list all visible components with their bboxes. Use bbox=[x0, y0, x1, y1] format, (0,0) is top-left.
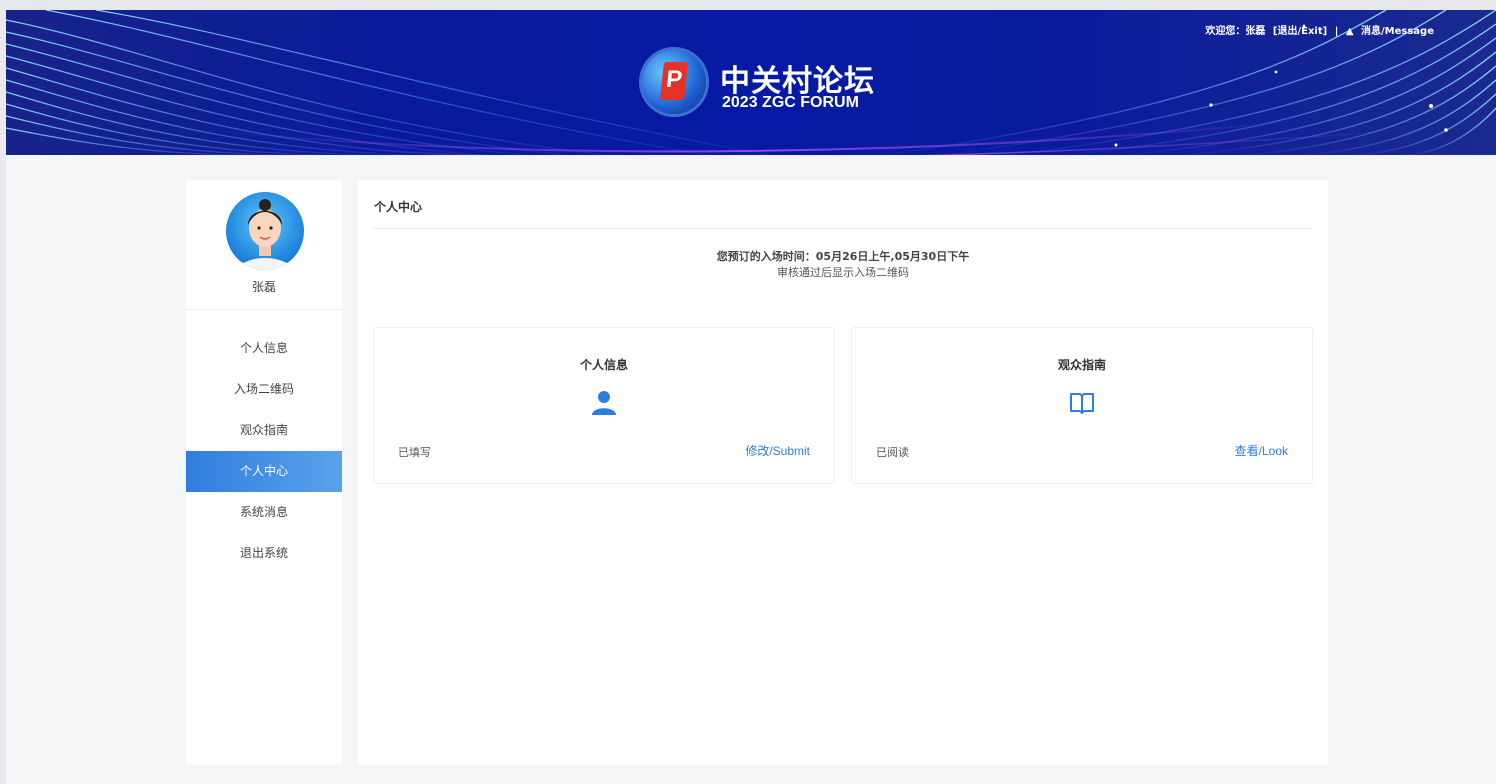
submit-link[interactable]: 修改/Submit bbox=[745, 442, 810, 459]
top-user-bar: 欢迎您：张磊 [退出/Exit] | ▲ 消息/Message bbox=[1201, 22, 1434, 37]
sidebar-divider bbox=[186, 309, 342, 310]
sidebar-item-personal-center[interactable]: 个人中心 bbox=[186, 451, 342, 492]
card-title: 观众指南 bbox=[1057, 358, 1106, 372]
reservation-time-notice: 您预订的入场时间：05月26日上午,05月30日下午 bbox=[716, 250, 970, 263]
bell-icon: ▲ bbox=[1345, 26, 1354, 37]
qr-review-notice: 审核通过后显示入场二维码 bbox=[777, 266, 909, 279]
header-banner: 中关村论坛 2023 ZGC FORUM 欢迎您：张磊 [退出/Exit] | … bbox=[6, 10, 1496, 155]
page-title: 个人中心 bbox=[374, 200, 423, 214]
main-panel: 个人中心 您预订的入场时间：05月26日上午,05月30日下午 审核通过后显示入… bbox=[358, 180, 1328, 765]
visitor-guide-card: 观众指南 已阅读 查看/Look bbox=[851, 327, 1313, 484]
sidebar-item-system-messages[interactable]: 系统消息 bbox=[186, 492, 342, 533]
forum-logo: 中关村论坛 2023 ZGC FORUM bbox=[636, 48, 896, 132]
avatar[interactable] bbox=[226, 192, 304, 270]
look-link[interactable]: 查看/Look bbox=[1235, 442, 1288, 459]
avatar-portrait bbox=[235, 199, 295, 270]
logo-subtitle: 2023 ZGC FORUM bbox=[722, 94, 859, 111]
message-link[interactable]: 消息/Message bbox=[1361, 26, 1434, 37]
card-title: 个人信息 bbox=[579, 358, 628, 372]
welcome-text: 欢迎您：张磊 bbox=[1205, 26, 1266, 37]
logo-mark-icon bbox=[660, 62, 688, 100]
exit-link[interactable]: [退出/Exit] bbox=[1273, 26, 1327, 37]
sidebar-item-visitor-guide[interactable]: 观众指南 bbox=[186, 410, 342, 451]
user-icon bbox=[592, 391, 616, 415]
book-icon bbox=[1070, 393, 1094, 414]
sidebar-item-personal-info[interactable]: 个人信息 bbox=[186, 328, 342, 369]
sidebar-item-qr-code[interactable]: 入场二维码 bbox=[186, 369, 342, 410]
topbar-separator: | bbox=[1334, 26, 1339, 37]
sidebar-username: 张磊 bbox=[251, 280, 276, 294]
card-status: 已填写 bbox=[398, 446, 431, 459]
sidebar-menu: 个人信息 入场二维码 观众指南 个人中心 系统消息 退出系统 bbox=[186, 328, 342, 574]
personal-info-card: 个人信息 已填写 修改/Submit bbox=[373, 327, 835, 484]
sidebar-item-logout[interactable]: 退出系统 bbox=[186, 533, 342, 574]
sidebar: 张磊 个人信息 入场二维码 观众指南 个人中心 系统消息 退出系统 bbox=[186, 180, 342, 765]
title-divider bbox=[372, 228, 1313, 229]
card-status: 已阅读 bbox=[876, 446, 909, 459]
